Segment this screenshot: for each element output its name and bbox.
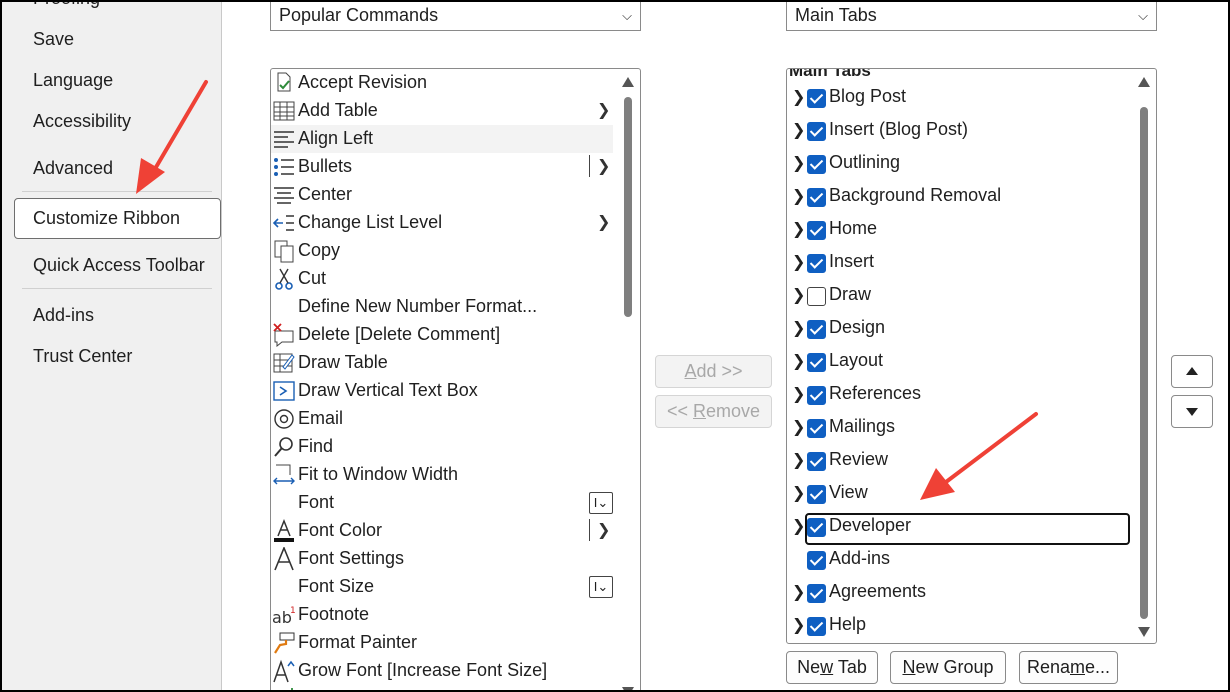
- word-options-customize-ribbon: Proofing Save Language Accessibility Adv…: [0, 0, 1230, 692]
- annotation-arrows: [136, 80, 1038, 500]
- red-arrow-icon: [136, 80, 208, 194]
- red-arrow-icon: [920, 412, 1038, 500]
